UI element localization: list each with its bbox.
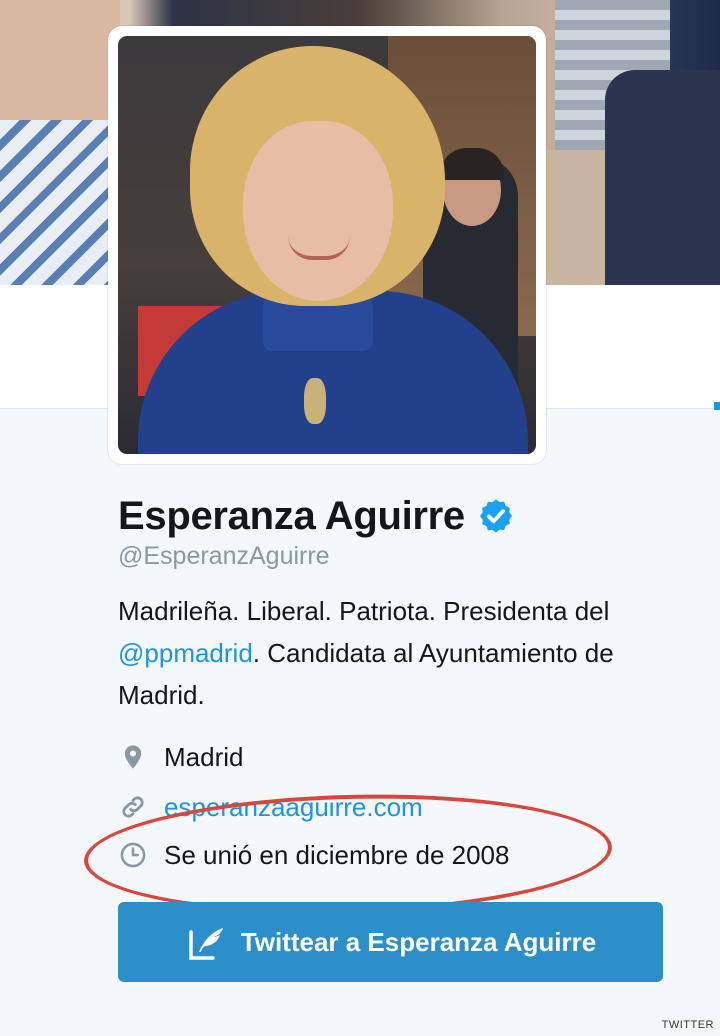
profile-name-row: Esperanza Aguirre	[118, 490, 515, 542]
avatar-photo	[118, 36, 536, 454]
compose-tweet-icon	[185, 920, 229, 964]
profile-handle[interactable]: @EsperanzAguirre	[118, 542, 330, 571]
avatar-face	[243, 121, 393, 301]
header-person-left	[0, 0, 120, 130]
link-icon	[118, 792, 148, 822]
profile-bio: Madrileña. Liberal. Patriota. Presidenta…	[118, 590, 658, 716]
header-person-right-suit	[605, 70, 720, 285]
profile-name[interactable]: Esperanza Aguirre	[118, 494, 465, 539]
bio-text: Madrileña. Liberal. Patriota. Presidenta…	[118, 596, 610, 626]
location-text: Madrid	[164, 741, 244, 772]
profile-avatar[interactable]	[108, 26, 546, 464]
verified-badge-icon	[477, 497, 515, 535]
header-person-left-shirt	[0, 120, 110, 285]
location-pin-icon	[118, 742, 148, 772]
tweet-to-button-label: Twittear a Esperanza Aguirre	[240, 926, 597, 957]
bio-mention-link[interactable]: @ppmadrid	[118, 638, 253, 668]
avatar-brooch	[304, 378, 326, 424]
nav-edge-indicator	[714, 402, 720, 410]
tweet-to-button[interactable]: Twittear a Esperanza Aguirre	[118, 902, 663, 982]
profile-location: Madrid	[118, 738, 243, 776]
image-credit: TWITTER	[661, 1019, 714, 1031]
